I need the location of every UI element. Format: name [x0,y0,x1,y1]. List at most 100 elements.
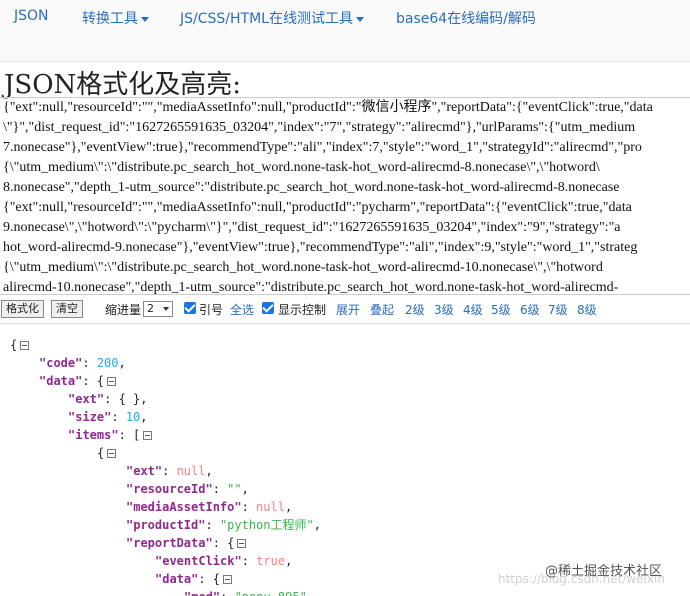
collapse-toggle-icon[interactable] [107,377,117,386]
level-8-link[interactable]: 8级 [577,301,597,318]
chevron-down-icon [163,307,169,311]
json-value: "python工程师" [219,518,314,532]
level-5-link[interactable]: 5级 [491,301,511,318]
raw-json-input[interactable]: {"ext":null,"resourceId":"","mediaAssetI… [0,97,690,295]
raw-json-line: \"}","dist_request_id":"1627265591635_03… [3,120,636,135]
nav-item-json[interactable]: JSON [14,8,49,24]
json-line: "data": { [39,372,117,390]
nav-item-online-test-label: JS/CSS/HTML在线测试工具 [180,11,353,27]
json-key: "mediaAssetInfo" [126,500,242,514]
json-key: "data" [155,572,199,586]
json-punct: : [82,356,97,370]
json-line: { [10,336,30,354]
json-punct: : { [212,536,235,550]
json-value: null [176,464,206,478]
level-3-link[interactable]: 3级 [434,301,454,318]
json-value: 200 [96,356,119,370]
json-punct: : { }, [104,392,148,406]
indent-label: 缩进量 [105,303,142,317]
json-punct: , [313,518,321,532]
raw-json-line: hot_word-alirecmd-9.nonecase"},"eventVie… [3,240,638,255]
nav-item-online-test[interactable]: JS/CSS/HTML在线测试工具 [180,8,364,28]
json-punct: : [220,590,234,596]
raw-json-line: alirecmd-10.nonecase","depth_1-utm_sourc… [3,280,619,295]
json-key: "data" [39,374,83,388]
level-4-link[interactable]: 4级 [463,301,483,318]
json-punct: : [ [118,428,141,442]
collapse-toggle-icon[interactable] [143,431,153,440]
quote-label: 引号 [199,303,224,317]
json-value: 10 [125,410,141,424]
nav-item-convert-tools[interactable]: 转换工具 [82,8,149,28]
raw-json-line: {\"utm_medium\":\"distribute.pc_search_h… [3,160,600,175]
formatted-json-view: {"code": 200, "data": {"ext": { }, "size":… [0,323,690,596]
json-punct: , [205,464,213,478]
chevron-down-icon [355,16,364,22]
json-key: "productId" [126,518,206,532]
format-button[interactable]: 格式化 [1,300,44,318]
collapse-link[interactable]: 叠起 [370,301,394,318]
nav-item-base64[interactable]: base64在线编码/解码 [396,8,536,28]
chevron-down-icon [141,16,149,22]
json-value: "popu_895" [235,590,307,596]
json-value: null [256,500,285,514]
collapse-toggle-icon[interactable] [20,341,30,350]
json-punct: { [10,338,18,352]
json-punct: , [285,554,293,568]
json-line: "mediaAssetInfo": null, [126,498,292,516]
expand-link[interactable]: 展开 [336,301,360,318]
json-key: "resourceId" [126,482,213,496]
show-control-label: 显示控制 [278,303,327,317]
level-2-link[interactable]: 2级 [405,301,425,318]
json-punct: : [111,410,126,424]
collapse-toggle-icon[interactable] [223,575,233,584]
raw-json-line: {"ext":null,"resourceId":"","mediaAssetI… [3,100,653,115]
json-punct: : [212,482,228,496]
show-control-checkbox[interactable] [262,302,274,314]
raw-json-line: 9.nonecase\",\"hotword\":\"pycharm\"}","… [3,220,621,235]
raw-json-line: 8.nonecase","depth_1-utm_source":"distri… [3,180,620,195]
indent-select-value: 2 [147,302,154,315]
quote-checkbox[interactable] [184,302,196,314]
collapse-toggle-icon[interactable] [107,449,117,458]
select-all-link[interactable]: 全选 [230,301,254,318]
json-line: { [97,444,117,462]
json-line: "size": 10, [68,408,148,426]
raw-json-line: {\"utm_medium\":\"distribute.pc_search_h… [3,260,603,275]
json-line: "items": [ [68,426,153,444]
raw-json-line: 7.nonecase"},"eventView":true},"recommen… [3,140,642,155]
page-title: JSON格式化及高亮: [4,70,242,100]
json-line: "eventClick": true, [155,552,292,570]
format-toolbar: 格式化 清空 缩进量 2 引号 全选 显示控制 展开 叠起 2级 3级 4级 5… [0,298,690,322]
raw-json-line: {"ext":null,"resourceId":"","mediaAssetI… [3,200,632,215]
level-7-link[interactable]: 7级 [548,301,568,318]
json-punct: : [162,464,177,478]
indent-select[interactable]: 2 [143,301,173,317]
json-punct: , [118,356,126,370]
top-nav: JSON 转换工具 JS/CSS/HTML在线测试工具 base64在线编码/解… [0,0,690,62]
json-punct: : [241,554,257,568]
json-line: "data": { [155,570,233,588]
json-key: "items" [68,428,119,442]
json-punct: , [140,410,148,424]
json-value: "" [227,482,242,496]
json-key: "code" [39,356,83,370]
collapse-toggle-icon[interactable] [237,539,247,548]
nav-item-convert-tools-label: 转换工具 [82,11,138,27]
level-6-link[interactable]: 6级 [520,301,540,318]
clear-button[interactable]: 清空 [51,300,83,318]
json-key: "size" [68,410,112,424]
json-key: "eventClick" [155,554,242,568]
json-line: "ext": null, [126,462,213,480]
json-line: "productId": "python工程师", [126,516,321,534]
json-punct: , [284,500,293,514]
json-line: "ext": { }, [68,390,147,408]
json-line: "code": 200, [39,354,126,372]
json-line: "reportData": { [126,534,247,552]
json-key: "mod" [184,590,220,596]
json-key: "reportData" [126,536,213,550]
watermark: @稀土掘金技术社区 [545,564,663,579]
json-value: true [256,554,286,568]
json-punct: { [97,446,105,460]
json-key: "ext" [126,464,163,478]
